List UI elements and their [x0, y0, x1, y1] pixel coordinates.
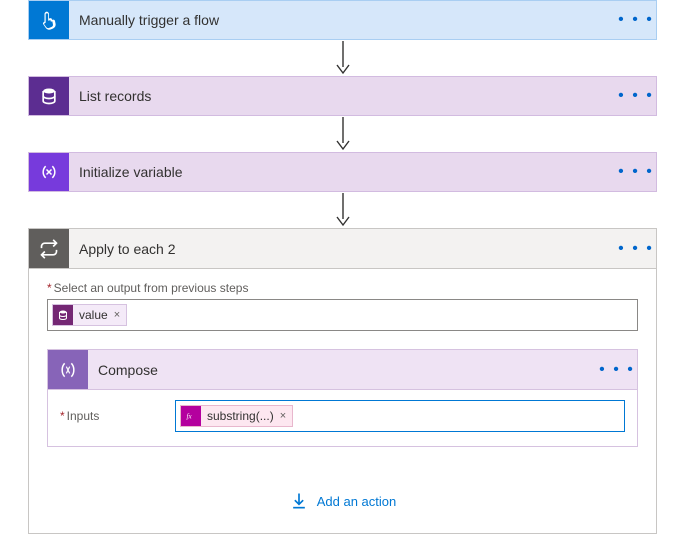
step-menu-button[interactable]: • • • — [616, 240, 656, 258]
step-title: Initialize variable — [69, 164, 616, 180]
step-menu-button[interactable]: • • • — [616, 87, 656, 105]
loop-icon — [29, 229, 69, 268]
step-manual-trigger[interactable]: Manually trigger a flow • • • — [28, 0, 657, 40]
database-icon — [53, 305, 73, 325]
compose-header[interactable]: Compose • • • — [48, 350, 637, 390]
step-compose: Compose • • • *Inputs fx substring(...) … — [47, 349, 638, 447]
touch-icon — [29, 1, 69, 39]
token-remove-button[interactable]: × — [114, 309, 120, 321]
inputs-label: *Inputs — [60, 409, 165, 423]
token-value[interactable]: value × — [52, 304, 127, 326]
variable-icon — [29, 153, 69, 191]
connector-arrow — [28, 40, 657, 76]
add-step-icon — [289, 491, 309, 511]
output-field-label: *Select an output from previous steps — [47, 281, 638, 295]
database-icon — [29, 77, 69, 115]
connector-arrow — [28, 116, 657, 152]
step-menu-button[interactable]: • • • — [616, 163, 656, 181]
output-field[interactable]: value × — [47, 299, 638, 331]
step-title: Compose — [88, 362, 597, 378]
step-title: Apply to each 2 — [69, 241, 616, 257]
step-menu-button[interactable]: • • • — [597, 361, 637, 379]
compose-icon — [48, 350, 88, 389]
token-label: substring(...) — [207, 409, 274, 423]
step-apply-to-each: Apply to each 2 • • • *Select an output … — [28, 228, 657, 534]
inputs-field[interactable]: fx substring(...) × — [175, 400, 625, 432]
step-menu-button[interactable]: • • • — [616, 11, 656, 29]
token-label: value — [79, 308, 108, 322]
connector-arrow — [28, 192, 657, 228]
step-initialize-variable[interactable]: Initialize variable • • • — [28, 152, 657, 192]
token-expression[interactable]: fx substring(...) × — [180, 405, 293, 427]
step-title: List records — [69, 88, 616, 104]
step-title: Manually trigger a flow — [69, 12, 616, 28]
token-remove-button[interactable]: × — [280, 410, 286, 422]
fx-icon: fx — [181, 406, 201, 426]
svg-text:fx: fx — [187, 413, 193, 421]
add-action-button[interactable]: Add an action — [47, 491, 638, 511]
loop-header[interactable]: Apply to each 2 • • • — [29, 229, 656, 269]
step-list-records[interactable]: List records • • • — [28, 76, 657, 116]
add-action-label: Add an action — [317, 494, 397, 509]
